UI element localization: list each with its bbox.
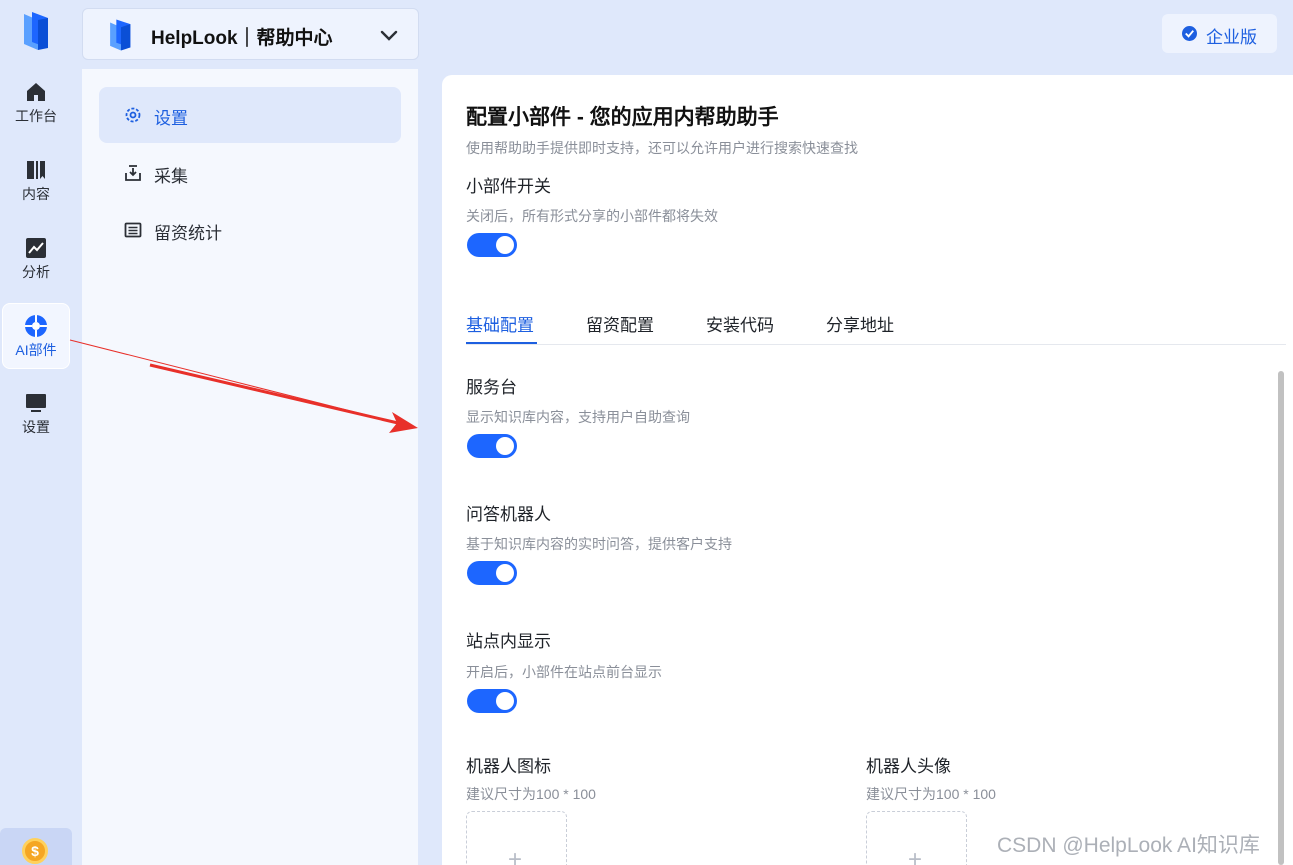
chevron-down-icon: [380, 30, 398, 41]
check-circle-icon: [1182, 26, 1197, 41]
knowledge-base-title: HelpLook｜帮助中心: [151, 28, 333, 49]
site-display-toggle[interactable]: [467, 689, 517, 713]
rail-item-settings[interactable]: 设置: [2, 381, 70, 447]
left-rail: 工作台 内容 分析 AI部件 设置 $: [0, 0, 72, 865]
subnav-item-leads-stats[interactable]: 留资统计: [99, 202, 401, 258]
subnav-item-label: 留资统计: [154, 224, 222, 243]
helplook-logo: [110, 19, 131, 51]
page-subtitle: 使用帮助助手提供即时支持，还可以允许用户进行搜索快速查找: [466, 140, 858, 156]
settings-subnav: 设置 采集 留资统计: [82, 69, 418, 865]
edition-label: 企业版: [1206, 28, 1257, 47]
rail-item-label: 分析: [22, 264, 50, 280]
gear-icon: [125, 107, 141, 123]
qa-robot-toggle[interactable]: [467, 561, 517, 585]
coin-icon: $: [22, 838, 48, 864]
widget-switch-toggle[interactable]: [467, 233, 517, 257]
rail-item-label: 工作台: [15, 108, 57, 124]
robot-avatar-title: 机器人头像: [866, 757, 951, 776]
edition-badge[interactable]: 企业版: [1162, 14, 1277, 53]
robot-avatar-upload[interactable]: +: [866, 811, 967, 865]
service-desk-desc: 显示知识库内容，支持用户自助查询: [466, 409, 690, 425]
widget-config-panel: 配置小部件 - 您的应用内帮助助手 使用帮助助手提供即时支持，还可以允许用户进行…: [442, 75, 1293, 865]
toggle-knob: [496, 437, 514, 455]
rail-item-label: 设置: [22, 419, 50, 435]
chart-icon: [26, 238, 46, 258]
rail-item-workbench[interactable]: 工作台: [2, 70, 70, 136]
subnav-item-collect[interactable]: 采集: [99, 145, 401, 201]
helplook-logo[interactable]: [18, 10, 54, 54]
toggle-knob: [496, 692, 514, 710]
knowledge-base-selector[interactable]: HelpLook｜帮助中心: [82, 8, 419, 60]
plus-icon: +: [908, 846, 923, 865]
tab-install-code[interactable]: 安装代码: [706, 311, 774, 336]
page-title: 配置小部件 - 您的应用内帮助助手: [466, 106, 779, 129]
service-desk-title: 服务台: [466, 378, 517, 397]
toggle-knob: [496, 564, 514, 582]
rail-item-label: 内容: [22, 186, 50, 202]
tab-share-url[interactable]: 分享地址: [826, 311, 894, 336]
subnav-item-label: 采集: [154, 167, 188, 186]
tab-basic-config[interactable]: 基础配置: [466, 311, 534, 336]
rail-item-label: AI部件: [15, 342, 57, 358]
monitor-icon: [26, 394, 46, 412]
book-icon: [27, 161, 45, 179]
widget-switch-title: 小部件开关: [466, 177, 551, 196]
panel-scrollbar[interactable]: [1278, 371, 1284, 865]
robot-icon-desc: 建议尺寸为100 * 100: [466, 786, 596, 802]
plus-icon: +: [508, 846, 523, 865]
coin-button[interactable]: $: [0, 828, 72, 865]
site-display-title: 站点内显示: [466, 632, 551, 651]
config-tabs: 基础配置 留资配置 安装代码 分享地址: [466, 305, 1286, 345]
qa-robot-desc: 基于知识库内容的实时问答，提供客户支持: [466, 536, 732, 552]
subnav-item-label: 设置: [154, 109, 188, 128]
active-tab-indicator: [466, 342, 537, 344]
csdn-watermark: CSDN @HelpLook AI知识库: [997, 834, 1260, 857]
subnav-item-settings[interactable]: 设置: [99, 87, 401, 143]
rail-item-content[interactable]: 内容: [2, 148, 70, 214]
robot-avatar-desc: 建议尺寸为100 * 100: [866, 786, 996, 802]
site-display-desc: 开启后，小部件在站点前台显示: [466, 664, 662, 680]
toggle-knob: [496, 236, 514, 254]
rail-item-ai-widget[interactable]: AI部件: [2, 303, 70, 369]
inbox-download-icon: [125, 165, 141, 181]
ai-widget-icon: [25, 315, 47, 337]
list-icon: [124, 222, 142, 238]
service-desk-toggle[interactable]: [467, 434, 517, 458]
home-icon: [27, 83, 45, 101]
qa-robot-title: 问答机器人: [466, 505, 551, 524]
robot-icon-title: 机器人图标: [466, 757, 551, 776]
robot-icon-upload[interactable]: +: [466, 811, 567, 865]
tab-leads-config[interactable]: 留资配置: [586, 311, 654, 336]
rail-item-analytics[interactable]: 分析: [2, 226, 70, 292]
widget-switch-desc: 关闭后，所有形式分享的小部件都将失效: [466, 208, 718, 224]
